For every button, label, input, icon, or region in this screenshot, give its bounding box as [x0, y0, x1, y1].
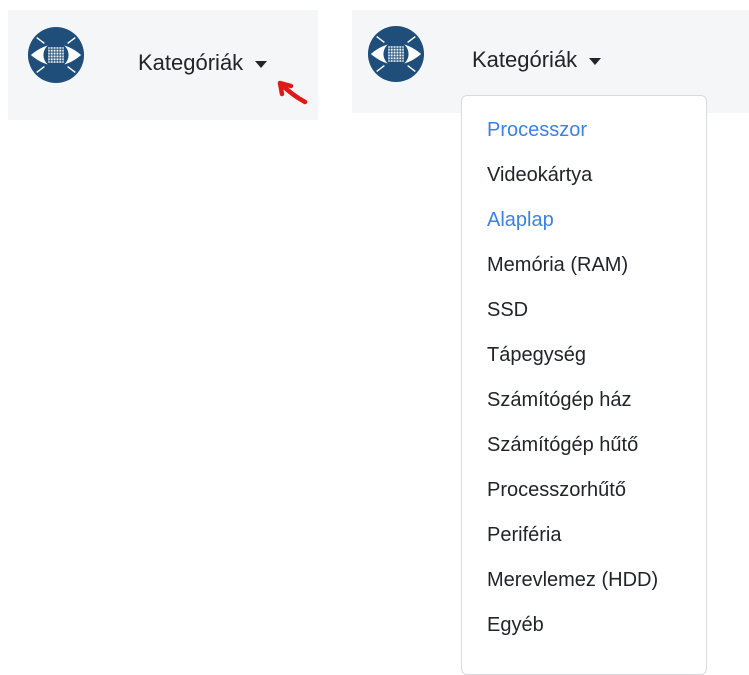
caret-down-icon: [589, 57, 602, 65]
categories-dropdown-toggle[interactable]: Kategóriák: [138, 50, 268, 76]
categories-dropdown-menu: Processzor Videokártya Alaplap Memória (…: [461, 95, 707, 675]
menu-item-memoria[interactable]: Memória (RAM): [462, 243, 706, 288]
menu-item-egyeb[interactable]: Egyéb: [462, 603, 706, 648]
menu-item-processzor[interactable]: Processzor: [462, 108, 706, 153]
menu-item-alaplap[interactable]: Alaplap: [462, 198, 706, 243]
menu-item-periferia[interactable]: Periféria: [462, 513, 706, 558]
menu-item-merevlemez[interactable]: Merevlemez (HDD): [462, 558, 706, 603]
red-arrow-annotation-icon: [277, 80, 308, 105]
circuit-eye-logo-icon[interactable]: [367, 25, 425, 83]
navbar-collapsed: Kategóriák: [8, 10, 318, 120]
categories-label: Kategóriák: [138, 50, 244, 75]
menu-item-ssd[interactable]: SSD: [462, 288, 706, 333]
menu-item-szamitogep-huto[interactable]: Számítógép hűtő: [462, 423, 706, 468]
menu-item-videokartya[interactable]: Videokártya: [462, 153, 706, 198]
circuit-eye-logo-icon[interactable]: [27, 26, 85, 84]
menu-item-tapegyseg[interactable]: Tápegység: [462, 333, 706, 378]
caret-down-icon: [255, 60, 268, 68]
categories-label: Kategóriák: [472, 47, 578, 72]
menu-item-szamitogep-haz[interactable]: Számítógép ház: [462, 378, 706, 423]
categories-dropdown-toggle[interactable]: Kategóriák: [472, 47, 602, 73]
menu-item-processzorhuto[interactable]: Processzorhűtő: [462, 468, 706, 513]
